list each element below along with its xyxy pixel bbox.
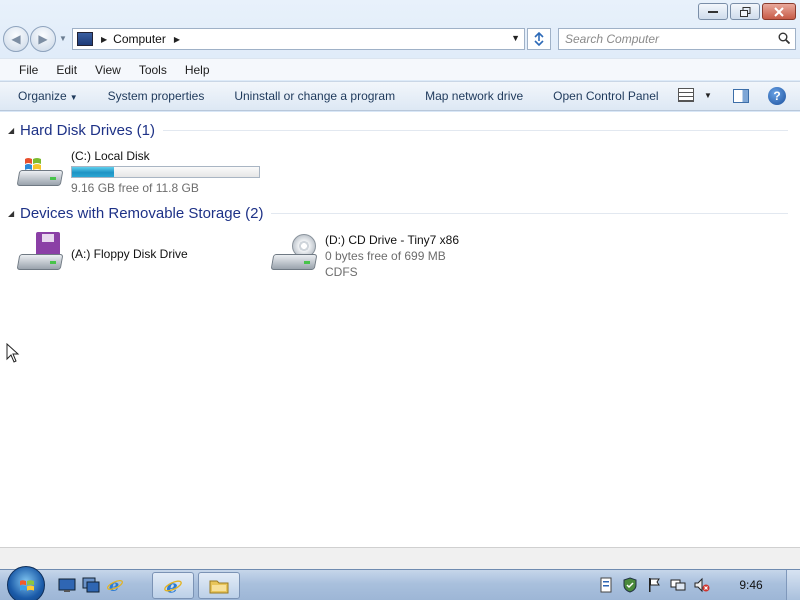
menu-file[interactable]: File [13, 63, 44, 77]
map-network-drive-button[interactable]: Map network drive [419, 85, 529, 107]
taskbar-windows-explorer[interactable] [198, 572, 240, 599]
chevron-down-icon: ▼ [704, 90, 712, 100]
drive-name: (D:) CD Drive - Tiny7 x86 [325, 233, 460, 247]
cd-drive-icon [270, 232, 320, 276]
drive-info: (C:) Local Disk 9.16 GB free of 11.8 GB [71, 148, 260, 196]
back-arrow-icon: ◀ [11, 32, 21, 46]
drive-d[interactable]: (D:) CD Drive - Tiny7 x86 0 bytes free o… [270, 232, 459, 280]
command-bar: Organize ▼ System properties Uninstall or… [0, 81, 800, 111]
internet-explorer-icon[interactable]: e [106, 576, 124, 594]
start-button[interactable] [7, 566, 45, 600]
drive-a[interactable]: (A:) Floppy Disk Drive [16, 232, 188, 276]
breadcrumb-chevron-icon[interactable]: ▶ [174, 35, 180, 44]
status-bar [0, 547, 800, 569]
restore-icon [739, 6, 750, 17]
search-box[interactable] [558, 28, 796, 50]
forward-button[interactable]: ▶ [30, 26, 56, 52]
back-button[interactable]: ◀ [3, 26, 29, 52]
flag-icon[interactable] [646, 577, 662, 593]
menu-edit[interactable]: Edit [50, 63, 83, 77]
search-input[interactable] [565, 32, 775, 46]
organize-button[interactable]: Organize ▼ [12, 85, 84, 107]
close-icon [774, 6, 784, 17]
organize-label: Organize [18, 89, 67, 103]
breadcrumb-chevron-icon[interactable]: ▶ [101, 35, 107, 44]
minimize-icon [708, 10, 718, 13]
search-icon[interactable] [778, 32, 790, 44]
switch-windows-icon[interactable] [82, 576, 100, 594]
breadcrumb-computer[interactable]: Computer [113, 32, 166, 46]
close-button[interactable] [762, 3, 796, 20]
internet-explorer-icon: e [164, 576, 182, 596]
navigation-row: ◀ ▶ ▼ ▶ Computer ▶ ▼ [0, 26, 800, 52]
menu-view[interactable]: View [89, 63, 127, 77]
group-title: Devices with Removable Storage (2) [20, 205, 264, 222]
action-center-icon[interactable] [598, 577, 614, 593]
drive-filesystem: CDFS [325, 265, 358, 279]
show-desktop-icon[interactable] [58, 576, 76, 594]
computer-icon [77, 32, 93, 46]
collapse-triangle-icon[interactable]: ◢ [8, 126, 20, 135]
drive-free-space: 9.16 GB free of 11.8 GB [71, 181, 199, 195]
forward-arrow-icon: ▶ [38, 32, 48, 46]
preview-pane-button[interactable] [733, 89, 749, 103]
group-hard-disk-drives[interactable]: ◢ Hard Disk Drives (1) [8, 122, 788, 139]
menu-tools[interactable]: Tools [133, 63, 173, 77]
windows-explorer-icon [209, 580, 229, 593]
menu-help[interactable]: Help [179, 63, 216, 77]
drive-name: (A:) Floppy Disk Drive [71, 247, 188, 261]
group-title: Hard Disk Drives (1) [20, 122, 156, 139]
window-chrome: ◀ ▶ ▼ ▶ Computer ▶ ▼ File Edit View Tool… [0, 0, 800, 112]
group-divider [163, 130, 788, 131]
drive-info: (D:) CD Drive - Tiny7 x86 0 bytes free o… [325, 232, 459, 280]
windows-logo-icon [25, 158, 41, 170]
drive-info: (A:) Floppy Disk Drive [71, 232, 188, 276]
hard-drive-icon [16, 148, 66, 192]
address-bar[interactable]: ▶ Computer ▶ ▼ [72, 28, 525, 50]
disk-usage-bar [71, 166, 260, 178]
taskbar: e e 9:46 [0, 566, 800, 600]
show-desktop-button[interactable] [786, 570, 800, 600]
caption-buttons [698, 3, 796, 20]
taskbar-internet-explorer[interactable]: e [152, 572, 194, 599]
minimize-button[interactable] [698, 3, 728, 20]
system-clock[interactable]: 9:46 [733, 578, 769, 592]
drive-c[interactable]: (C:) Local Disk 9.16 GB free of 11.8 GB [16, 148, 260, 196]
chevron-down-icon: ▼ [69, 93, 78, 102]
security-shield-icon[interactable] [622, 577, 638, 593]
open-control-panel-button[interactable]: Open Control Panel [547, 85, 664, 107]
drive-free-space: 0 bytes free of 699 MB [325, 249, 446, 263]
group-divider [271, 213, 788, 214]
system-properties-button[interactable]: System properties [102, 85, 211, 107]
windows-logo-icon [20, 580, 34, 591]
volume-muted-icon[interactable] [694, 577, 710, 593]
drive-name: (C:) Local Disk [71, 149, 150, 163]
mouse-cursor-icon [6, 343, 20, 363]
svg-text:e: e [109, 576, 119, 594]
view-options-icon [678, 88, 694, 102]
refresh-button[interactable] [527, 28, 551, 50]
recent-pages-dropdown[interactable]: ▼ [59, 34, 67, 43]
collapse-triangle-icon[interactable]: ◢ [8, 209, 20, 218]
network-icon[interactable] [670, 577, 686, 593]
group-removable-storage[interactable]: ◢ Devices with Removable Storage (2) [8, 205, 788, 222]
refresh-icon [534, 32, 544, 46]
disk-usage-fill [72, 167, 114, 177]
menu-bar: File Edit View Tools Help [0, 58, 800, 80]
uninstall-program-button[interactable]: Uninstall or change a program [228, 85, 401, 107]
address-history-dropdown-icon[interactable]: ▼ [511, 33, 520, 43]
help-button[interactable]: ? [768, 87, 786, 105]
change-view-button[interactable]: ▼ [678, 88, 712, 102]
maximize-button[interactable] [730, 3, 760, 20]
svg-text:e: e [166, 576, 177, 595]
file-list-view: ◢ Hard Disk Drives (1) (C:) Local Disk 9… [0, 112, 800, 547]
floppy-drive-icon [16, 232, 66, 276]
